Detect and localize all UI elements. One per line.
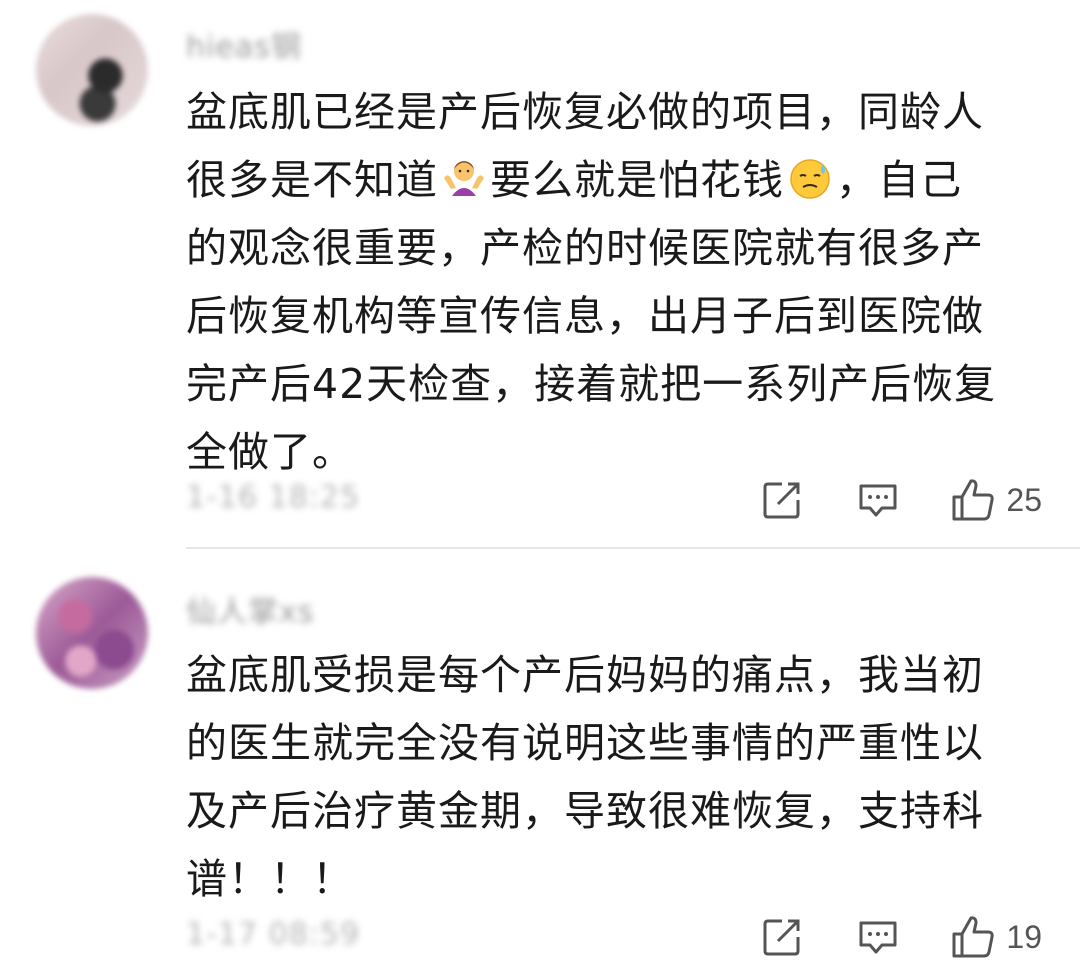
avatar[interactable] [36,577,148,689]
comment-timestamp: 1-17 08:59 [186,917,361,952]
share-button[interactable] [758,913,806,961]
comment-line: 谱！！！ [186,855,354,903]
comment-line: 盆底肌受损是每个产后妈妈的痛点，我当初 [186,651,984,699]
comment-timestamp: 1-16 18:25 [186,480,361,515]
comment-line: 的观念很重要，产检的时候医院就有很多产 [186,224,984,272]
comment-line: 完产后42天检查，接着就把一系列产后恢复 [186,360,997,408]
comment-line-text: 很多是不知道 [186,156,438,204]
comment-icon [859,921,897,954]
reply-button[interactable] [854,476,902,524]
comment-line: 盆底肌已经是产后恢复必做的项目，同龄人 [186,88,984,136]
like-count: 19 [1006,918,1042,955]
share-icon [763,919,800,956]
comment-actions: 19 [758,913,1042,961]
like-button[interactable]: 25 [950,476,1042,524]
share-button[interactable] [758,476,806,524]
comment-line: 很多是不知道 要么就是怕花钱 ，自己 [186,146,1056,214]
comment-icon [859,484,897,517]
comment-item: hieas钢 盆底肌已经是产后恢复必做的项目，同龄人 很多是不知道 要么就是怕花钱… [0,0,1080,549]
comment-body: 盆底肌已经是产后恢复必做的项目，同龄人 很多是不知道 要么就是怕花钱 ，自己 的观念… [186,78,1056,486]
comment-actions: 25 [758,476,1042,524]
woman-shrugging-emoji [444,161,484,196]
thumbs-up-icon [952,916,995,958]
comment-item: 仙人掌xs 盆底肌受损是每个产后妈妈的痛点，我当初 的医生就完全没有说明这些事情… [0,549,1080,976]
like-button[interactable]: 19 [950,913,1042,961]
comment-line: 后恢复机构等宣传信息，出月子后到医院做 [186,292,984,340]
comment-body: 盆底肌受损是每个产后妈妈的痛点，我当初 的医生就完全没有说明这些事情的严重性以 … [186,641,1056,913]
comment-line-text: 要么就是怕花钱 [490,156,784,204]
reply-button[interactable] [854,913,902,961]
thumbs-up-icon [952,479,995,521]
like-count: 25 [1006,481,1042,518]
comment-line-text: ，自己 [836,156,962,204]
comment-line: 的医生就完全没有说明这些事情的严重性以 [186,719,984,767]
avatar[interactable] [36,14,148,126]
comment-line: 及产后治疗黄金期，导致很难恢复，支持科 [186,787,984,835]
comment-username[interactable]: 仙人掌xs [186,587,314,631]
share-icon [763,482,800,519]
sad-sweat-face-emoji [790,159,830,199]
comment-username[interactable]: hieas钢 [186,22,302,66]
